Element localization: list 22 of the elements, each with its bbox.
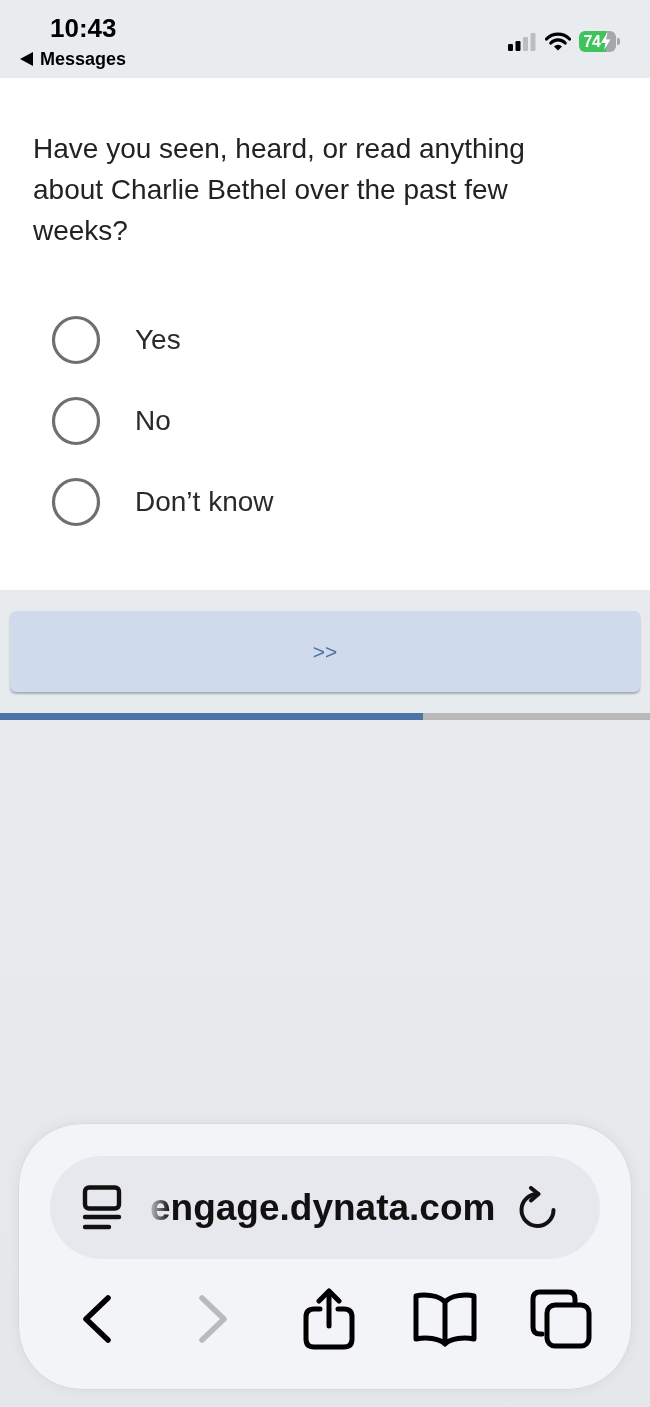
clock-time: 10:43 xyxy=(50,13,117,43)
reload-icon[interactable] xyxy=(517,1185,558,1230)
next-button[interactable]: >> xyxy=(10,611,640,692)
back-chevron-icon[interactable] xyxy=(82,1294,112,1344)
radio-circle-icon[interactable] xyxy=(51,395,101,446)
wifi-icon xyxy=(545,32,571,51)
answer-option[interactable]: Yes xyxy=(51,299,181,380)
open-book-icon[interactable] xyxy=(412,1291,478,1347)
tabs-icon[interactable] xyxy=(530,1289,592,1349)
answer-option[interactable]: No xyxy=(51,380,171,461)
page-menu-icon[interactable] xyxy=(82,1184,122,1231)
cell-signal-icon xyxy=(508,32,537,51)
radio-circle-icon[interactable] xyxy=(51,314,101,365)
answer-option[interactable]: Don’t know xyxy=(51,461,274,542)
question-text: Have you seen, heard, or read anything about Charlie Bethel over the past few weeks? xyxy=(33,132,526,248)
share-icon[interactable] xyxy=(303,1288,355,1350)
address-bar[interactable]: engage.dynata.com xyxy=(50,1156,600,1259)
back-triangle-icon xyxy=(20,52,33,66)
back-to-messages-link[interactable]: Messages xyxy=(20,48,127,70)
battery-percent: 74 xyxy=(583,32,601,51)
url-text: engage.dynata.com xyxy=(150,1185,496,1230)
radio-circle-icon[interactable] xyxy=(51,476,101,527)
